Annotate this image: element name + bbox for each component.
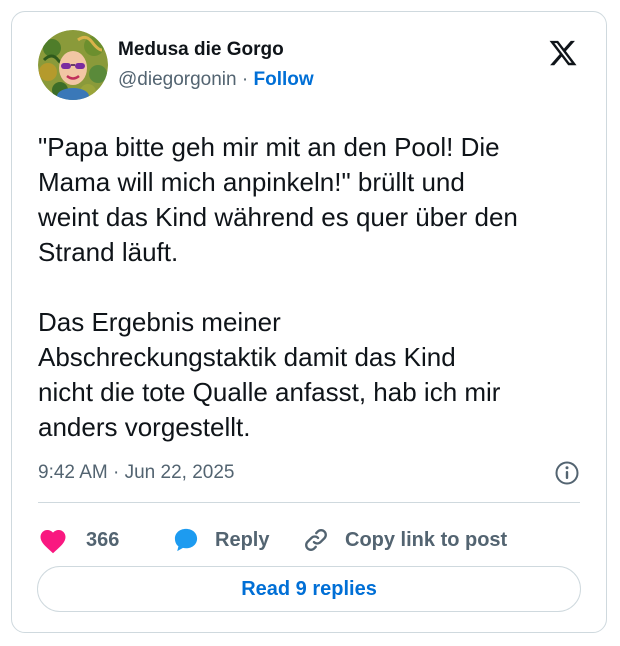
- heart-icon: [38, 526, 68, 554]
- x-logo-icon[interactable]: [548, 38, 578, 68]
- like-count: 366: [86, 528, 120, 551]
- action-bar: 366 Reply Copy link to post: [38, 520, 580, 560]
- tweet-text: "Papa bitte geh mir mit an den Pool! Die…: [38, 132, 518, 442]
- avatar[interactable]: [38, 30, 108, 100]
- like-button[interactable]: 366: [38, 520, 119, 560]
- tweet-header: Medusa die Gorgo @diegorgonin · Follow: [38, 30, 580, 102]
- timestamp[interactable]: 9:42 AM · Jun 22, 2025: [38, 462, 234, 483]
- handle[interactable]: @diegorgonin: [118, 69, 237, 90]
- follow-link[interactable]: Follow: [253, 69, 313, 90]
- info-icon[interactable]: [554, 460, 580, 486]
- reply-label: Reply: [215, 528, 270, 551]
- read-replies-button[interactable]: Read 9 replies: [37, 566, 581, 612]
- display-name[interactable]: Medusa die Gorgo: [118, 38, 314, 62]
- tweet-meta: 9:42 AM · Jun 22, 2025: [38, 458, 580, 488]
- link-icon: [302, 526, 330, 554]
- divider: [38, 502, 580, 503]
- author-info: Medusa die Gorgo @diegorgonin · Follow: [118, 38, 314, 94]
- tweet-card: Medusa die Gorgo @diegorgonin · Follow "…: [11, 11, 607, 633]
- copy-link-label: Copy link to post: [345, 528, 508, 551]
- reply-button[interactable]: Reply: [172, 520, 269, 560]
- speech-bubble-icon: [172, 526, 200, 554]
- separator: ·: [241, 69, 249, 90]
- copy-link-button[interactable]: Copy link to post: [302, 520, 507, 560]
- handle-row: @diegorgonin · Follow: [118, 66, 314, 94]
